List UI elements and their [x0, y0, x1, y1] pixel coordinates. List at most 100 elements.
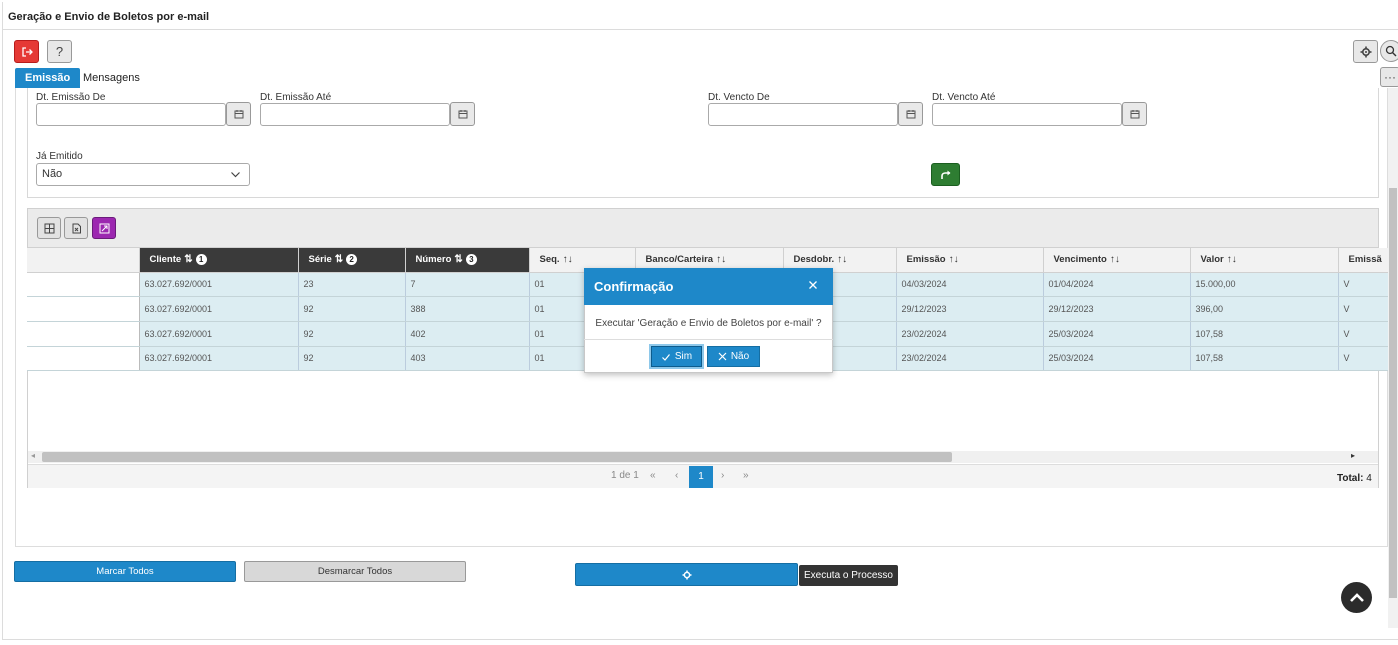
column-label: Vencimento — [1053, 254, 1107, 266]
dialog-close-button[interactable] — [805, 277, 821, 293]
sort-order-badge: 3 — [465, 254, 477, 266]
cell-valor: 107,58 — [1190, 321, 1339, 347]
tab-emissao[interactable]: Emissão — [15, 68, 81, 88]
exit-button[interactable] — [14, 40, 39, 63]
dt-emissao-de-label: Dt. Emissão De — [36, 92, 106, 103]
dt-vencto-ate-label: Dt. Vencto Até — [932, 92, 996, 103]
dt-vencto-de-label: Dt. Vencto De — [708, 92, 770, 103]
sort-asc-icon: ⇅ — [334, 254, 344, 266]
row-select-cell[interactable] — [27, 346, 140, 372]
panel-bottom-border — [15, 546, 1388, 547]
apply-filter-button[interactable] — [931, 163, 960, 186]
total-value: 4 — [1366, 473, 1372, 484]
executa-processo-tooltip: Executa o Processo — [799, 565, 898, 586]
grid-toolbar — [27, 208, 1379, 248]
cell-emissao-truncated: V — [1338, 296, 1393, 322]
grid-expand-button[interactable] — [92, 217, 116, 239]
dialog-divider — [584, 339, 833, 340]
search-icon — [1385, 45, 1397, 57]
column-header-emissao-truncated[interactable]: Emissã — [1338, 248, 1393, 273]
dialog-no-button[interactable]: Não — [707, 346, 760, 367]
column-label: Seq. — [539, 254, 560, 266]
cell-cliente: 63.027.692/0001 — [139, 272, 299, 298]
dialog-yes-label: Sim — [674, 351, 693, 362]
column-label: Emissã — [1348, 254, 1382, 266]
cell-numero: 402 — [405, 321, 530, 347]
horizontal-scrollbar-thumb[interactable] — [42, 452, 952, 462]
cell-emissao: 29/12/2023 — [896, 296, 1044, 322]
dt-emissao-de-input[interactable] — [36, 103, 226, 126]
scroll-left-icon[interactable]: ◂ — [31, 451, 35, 460]
dt-emissao-ate-calendar-button[interactable] — [450, 102, 475, 126]
chevron-up-icon — [1349, 592, 1364, 602]
close-icon — [718, 352, 727, 361]
cell-numero: 388 — [405, 296, 530, 322]
ja-emitido-label: Já Emitido — [36, 151, 83, 162]
sort-order-badge: 2 — [346, 254, 358, 266]
grid-export-excel-button[interactable] — [64, 217, 88, 239]
sort-icon: ↑↓ — [716, 254, 727, 266]
column-header-serie[interactable]: Série ⇅ 2 — [298, 248, 406, 273]
desmarcar-todos-button[interactable]: Desmarcar Todos — [244, 561, 466, 582]
prev-page-button[interactable]: ‹ — [675, 470, 678, 481]
row-select-cell[interactable] — [27, 272, 140, 298]
vertical-scrollbar-thumb[interactable] — [1389, 188, 1397, 598]
row-select-cell[interactable] — [27, 321, 140, 347]
dt-vencto-ate-input[interactable] — [932, 103, 1122, 126]
calendar-icon — [234, 110, 243, 119]
chevron-down-icon — [231, 172, 240, 178]
column-header-vencimento[interactable]: Vencimento ↑↓ — [1043, 248, 1191, 273]
exit-icon — [21, 46, 33, 57]
column-header-valor[interactable]: Valor ↑↓ — [1190, 248, 1339, 273]
column-label: Valor — [1200, 254, 1224, 266]
search-button[interactable] — [1380, 40, 1398, 62]
ja-emitido-select[interactable]: Não — [36, 163, 250, 186]
tab-mensagens[interactable]: Mensagens — [73, 68, 150, 88]
cell-serie: 92 — [298, 296, 406, 322]
cell-vencimento: 29/12/2023 — [1043, 296, 1191, 322]
marcar-todos-button[interactable]: Marcar Todos — [14, 561, 236, 582]
first-page-button[interactable]: « — [650, 470, 656, 481]
column-label: Desdobr. — [793, 254, 835, 266]
column-header-cliente[interactable]: Cliente ⇅ 1 — [139, 248, 299, 273]
close-icon — [809, 281, 817, 289]
column-header-emissao[interactable]: Emissão ↑↓ — [896, 248, 1044, 273]
dt-emissao-ate-input[interactable] — [260, 103, 450, 126]
cell-cliente: 63.027.692/0001 — [139, 321, 299, 347]
column-label: Emissão — [906, 254, 946, 266]
sort-asc-icon: ⇅ — [184, 254, 193, 266]
dialog-yes-button[interactable]: Sim — [651, 346, 702, 367]
cell-emissao-truncated: V — [1338, 272, 1393, 298]
grid-icon — [44, 223, 54, 233]
cell-cliente: 63.027.692/0001 — [139, 296, 299, 322]
column-header-numero[interactable]: Número ⇅ 3 — [405, 248, 530, 273]
cell-numero: 7 — [405, 272, 530, 298]
more-options-button[interactable]: ··· — [1380, 67, 1398, 87]
column-label: Série — [308, 254, 332, 266]
sort-icon: ↑↓ — [562, 254, 573, 266]
grid-columns-button[interactable] — [37, 217, 61, 239]
next-page-button[interactable]: › — [721, 470, 724, 481]
row-select-cell[interactable] — [27, 296, 140, 322]
cell-vencimento: 25/03/2024 — [1043, 346, 1191, 372]
dt-vencto-de-input[interactable] — [708, 103, 898, 126]
total-count: Total: 4 — [1337, 473, 1372, 484]
dt-vencto-de-calendar-button[interactable] — [898, 102, 923, 126]
scroll-right-icon[interactable]: ▸ — [1351, 451, 1355, 460]
dt-vencto-ate-calendar-button[interactable] — [1122, 102, 1147, 126]
column-header-select — [27, 248, 140, 273]
excel-file-icon — [72, 223, 81, 233]
executa-processo-button[interactable] — [575, 563, 798, 586]
dialog-message: Executar 'Geração e Envio de Boletos por… — [595, 318, 822, 329]
sort-icon: ↑↓ — [837, 254, 848, 266]
total-label: Total: — [1337, 473, 1364, 484]
page-button-current[interactable]: 1 — [689, 466, 713, 488]
help-button[interactable]: ? — [47, 40, 72, 63]
scroll-to-top-button[interactable] — [1341, 582, 1372, 613]
cell-emissao-truncated: V — [1338, 346, 1393, 372]
dt-emissao-de-calendar-button[interactable] — [226, 102, 251, 126]
frame-left-border — [2, 2, 3, 640]
dialog-title: Confirmação — [594, 279, 674, 294]
last-page-button[interactable]: » — [743, 470, 749, 481]
settings-button[interactable] — [1353, 40, 1378, 63]
